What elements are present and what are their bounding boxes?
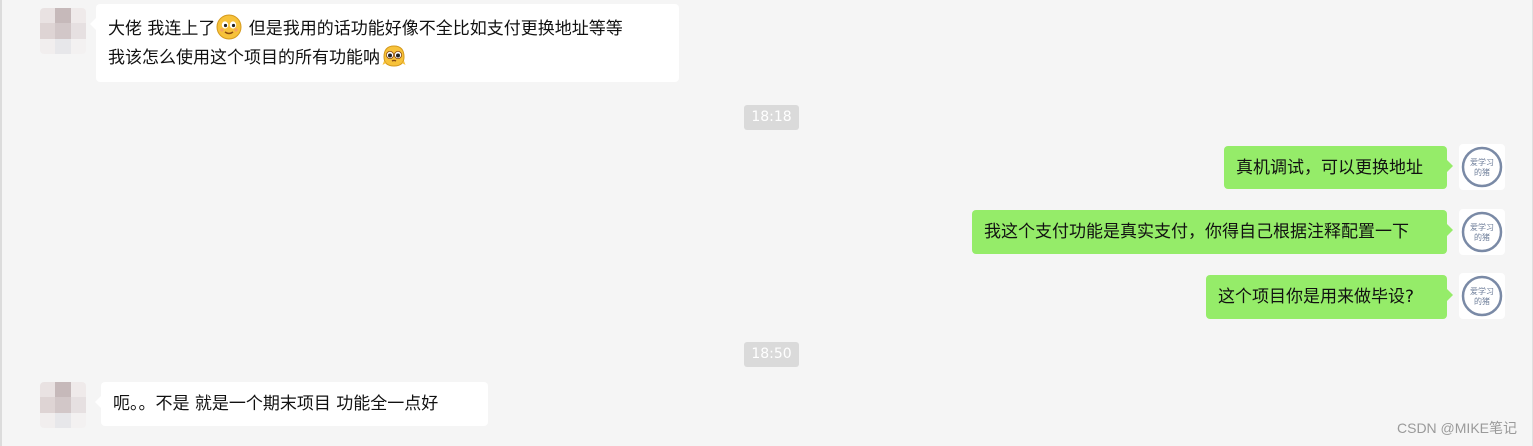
watermark: CSDN @MIKE笔记 xyxy=(1397,420,1517,436)
svg-text:爱学习: 爱学习 xyxy=(1470,157,1494,167)
svg-text:的猪: 的猪 xyxy=(1474,232,1490,242)
message-line: 大佬 我连上了 但是我用的话功能好像不全比如支付更换地址等等 xyxy=(108,14,667,43)
pleading-face-emoji-icon xyxy=(382,45,406,67)
message-text: 大佬 我连上了 xyxy=(108,19,216,39)
contact-avatar[interactable] xyxy=(40,382,86,428)
svg-text:的猪: 的猪 xyxy=(1474,296,1490,306)
user-avatar[interactable]: 爱学习 的猪 xyxy=(1459,209,1505,255)
message-bubble-outgoing[interactable]: 真机调试，可以更换地址 xyxy=(1224,146,1453,189)
user-avatar[interactable]: 爱学习 的猪 xyxy=(1459,273,1505,319)
chat-left-border xyxy=(0,0,2,446)
message-bubble-incoming[interactable]: 大佬 我连上了 但是我用的话功能好像不全比如支付更换地址等等 我该怎么使用这个项… xyxy=(90,4,679,82)
message-text: 这个项目你是用来做毕设? xyxy=(1218,287,1415,307)
timestamp-divider: 18:18 xyxy=(744,105,799,130)
svg-text:爱学习: 爱学习 xyxy=(1470,286,1494,296)
message-bubble-outgoing[interactable]: 我这个支付功能是真实支付，你得自己根据注释配置一下 xyxy=(972,210,1453,254)
message-text: 但是我用的话功能好像不全比如支付更换地址等等 xyxy=(243,19,623,39)
smiling-face-emoji-icon xyxy=(216,14,242,40)
stamp-logo-icon: 爱学习 的猪 xyxy=(1461,275,1503,317)
svg-text:的猪: 的猪 xyxy=(1474,167,1490,177)
stamp-logo-icon: 爱学习 的猪 xyxy=(1461,211,1503,253)
contact-avatar[interactable] xyxy=(40,8,86,54)
message-line: 我该怎么使用这个项目的所有功能呐 xyxy=(108,43,667,72)
user-avatar[interactable]: 爱学习 的猪 xyxy=(1459,144,1505,190)
message-bubble-incoming[interactable]: 呃。。不是 就是一个期末项目 功能全一点好 xyxy=(95,382,488,426)
message-text: 我该怎么使用这个项目的所有功能呐 xyxy=(108,48,380,68)
message-text: 呃。。不是 就是一个期末项目 功能全一点好 xyxy=(113,394,439,414)
svg-text:爱学习: 爱学习 xyxy=(1470,222,1494,232)
message-text: 我这个支付功能是真实支付，你得自己根据注释配置一下 xyxy=(984,222,1409,242)
timestamp-divider: 18:50 xyxy=(744,342,799,367)
stamp-logo-icon: 爱学习 的猪 xyxy=(1461,146,1503,188)
message-text: 真机调试，可以更换地址 xyxy=(1236,158,1423,178)
message-bubble-outgoing[interactable]: 这个项目你是用来做毕设? xyxy=(1206,275,1453,319)
